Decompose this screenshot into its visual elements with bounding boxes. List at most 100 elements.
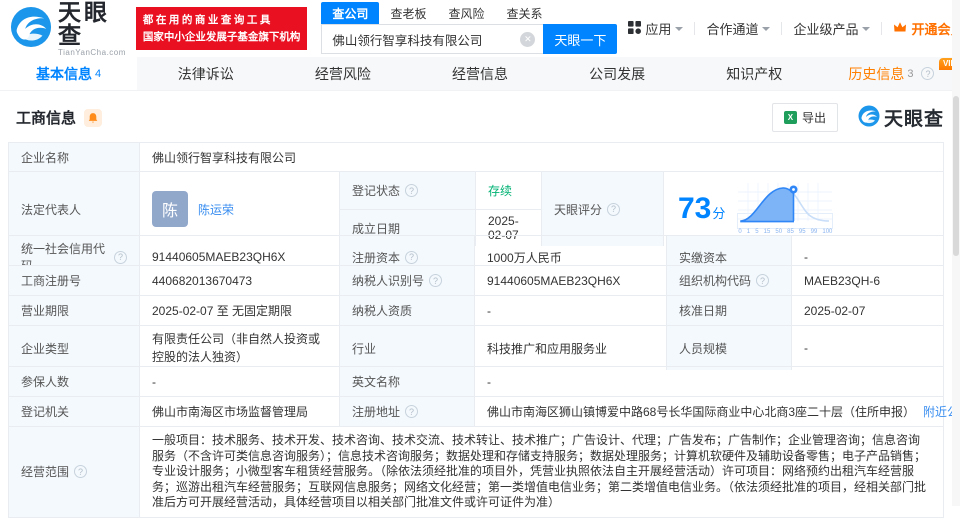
help-icon[interactable] bbox=[607, 202, 621, 216]
company-type-value: 有限责任公司（非自然人投资或控股的法人独资） bbox=[139, 325, 339, 370]
menu-label-enterprise: 企业级产品 bbox=[793, 22, 859, 37]
monitor-bell-icon[interactable] bbox=[84, 108, 103, 127]
tianyancha-swirl-icon bbox=[10, 6, 52, 51]
table-row: 统一社会信用代码 91440605MAEB23QH6X 注册资本 1000万人民… bbox=[9, 235, 943, 278]
avatar[interactable]: 陈 bbox=[152, 191, 188, 227]
clear-search-icon[interactable] bbox=[520, 31, 536, 47]
scrollbar[interactable] bbox=[952, 0, 960, 506]
tab-label: 经营信息 bbox=[451, 65, 508, 82]
top-navbar: 天眼查 TianYanCha.com 都在用的商业查询工具 国家中小企业发展子基… bbox=[0, 0, 960, 57]
reg-authority-label: 登记机关 bbox=[9, 396, 139, 426]
promo-line2: 国家中小企业发展子基金旗下机构 bbox=[142, 30, 301, 43]
score-label-text: 天眼评分 bbox=[554, 202, 603, 217]
help-icon[interactable] bbox=[429, 274, 443, 287]
legal-rep-link[interactable]: 陈运荣 bbox=[198, 201, 234, 218]
tab-count: 3 bbox=[907, 67, 914, 80]
search-input-wrap bbox=[321, 24, 544, 54]
promo-line1: 都在用的商业查询工具 bbox=[142, 13, 273, 26]
table-row: 登记机关 佛山市南海区市场监督管理局 注册地址 佛山市南海区狮山镇博爱中路68号… bbox=[9, 396, 960, 426]
approve-date-value: 2025-02-07 bbox=[791, 295, 943, 325]
insured-label: 参保人数 bbox=[9, 366, 139, 396]
tab-label: 法律诉讼 bbox=[177, 65, 234, 82]
menu-item-vip[interactable]: 开通会员 bbox=[882, 19, 960, 38]
tab-company-development[interactable]: 公司发展 bbox=[549, 57, 686, 90]
help-icon[interactable] bbox=[114, 250, 127, 264]
reg-status-label-text: 登记状态 bbox=[352, 184, 401, 198]
help-icon[interactable] bbox=[405, 405, 419, 418]
search-tab-relation[interactable]: 查关系 bbox=[495, 2, 553, 24]
reg-number-label: 工商注册号 bbox=[9, 265, 139, 295]
english-name-value: - bbox=[474, 366, 943, 396]
taxpayer-quality-value: - bbox=[474, 295, 666, 325]
industry-value: 科技推广和应用服务业 bbox=[474, 325, 666, 370]
help-icon[interactable] bbox=[405, 250, 419, 264]
score-value: 73 bbox=[678, 192, 712, 225]
menu-label-coop: 合作通道 bbox=[706, 22, 759, 37]
staff-size-label: 人员规模 bbox=[666, 325, 791, 370]
score-distribution-chart: 0 1 5 15 50 85 95 99 100 bbox=[737, 183, 834, 235]
address-value: 佛山市南海区狮山镇博爱中路68号长华国际商业中心北商3座二十层（住所申报） bbox=[487, 405, 916, 419]
table-row: 企业名称 佛山领行智享科技有限公司 bbox=[9, 143, 943, 171]
tab-label: 历史信息 bbox=[848, 65, 905, 82]
table-row: 企业类型 有限责任公司（非自然人投资或控股的法人独资） 行业 科技推广和应用服务… bbox=[9, 325, 943, 370]
score-chart-axis: 0 1 5 15 50 85 95 99 100 bbox=[738, 229, 833, 235]
company-tab-bar: 基本信息 4 法律诉讼 经营风险 经营信息 公司发展 知识产权 VIP 历史信息… bbox=[0, 57, 960, 91]
chevron-down-icon bbox=[675, 27, 684, 31]
taxpayer-id-label: 纳税人识别号 bbox=[339, 265, 474, 295]
search-tab-boss[interactable]: 查老板 bbox=[379, 2, 437, 24]
scrollbar-thumb[interactable] bbox=[953, 96, 959, 256]
tab-label: 经营风险 bbox=[314, 65, 371, 82]
chevron-down-icon bbox=[862, 27, 871, 31]
excel-icon bbox=[783, 111, 797, 124]
section-bar: 工商信息 导出 天眼查 bbox=[0, 91, 960, 142]
tab-operation-risk[interactable]: 经营风险 bbox=[274, 57, 411, 90]
help-icon[interactable] bbox=[921, 67, 935, 80]
search-tab-company[interactable]: 查公司 bbox=[321, 2, 380, 24]
business-term-value: 2025-02-07 至 无固定期限 bbox=[139, 295, 339, 325]
tab-count: 4 bbox=[95, 67, 102, 80]
tab-basic-info[interactable]: 基本信息 4 bbox=[0, 57, 138, 90]
english-name-label: 英文名称 bbox=[339, 366, 474, 396]
help-icon[interactable] bbox=[405, 184, 419, 197]
promo-banner: 都在用的商业查询工具 国家中小企业发展子基金旗下机构 bbox=[135, 6, 308, 51]
tab-label: 公司发展 bbox=[589, 65, 646, 82]
search-button[interactable]: 天眼一下 bbox=[543, 24, 618, 54]
brand-domain: TianYanCha.com bbox=[58, 47, 126, 57]
section-title: 工商信息 bbox=[16, 110, 77, 127]
tab-intellectual-property[interactable]: 知识产权 bbox=[686, 57, 823, 90]
company-type-label: 企业类型 bbox=[9, 325, 139, 370]
company-name-value: 佛山领行智享科技有限公司 bbox=[139, 143, 943, 171]
export-button[interactable]: 导出 bbox=[771, 103, 838, 132]
table-row: 参保人数 - 英文名称 - bbox=[9, 366, 943, 396]
business-scope-label: 经营范围 bbox=[9, 426, 139, 517]
tab-history-info[interactable]: VIP 历史信息 3 bbox=[823, 57, 960, 90]
address-cell: 佛山市南海区狮山镇博爱中路68号长华国际商业中心北商3座二十层（住所申报） 附近… bbox=[474, 396, 960, 426]
business-term-label: 营业期限 bbox=[9, 295, 139, 325]
menu-item-apps[interactable]: 应用 bbox=[617, 19, 694, 38]
business-scope-value: 一般项目：技术服务、技术开发、技术咨询、技术交流、技术转让、技术推广；广告设计、… bbox=[139, 426, 943, 517]
tab-operation-info[interactable]: 经营信息 bbox=[411, 57, 548, 90]
crown-icon bbox=[893, 21, 907, 36]
reg-status-label: 登记状态 bbox=[340, 172, 475, 209]
tianyancha-swirl-icon bbox=[858, 105, 880, 130]
tianyancha-logo[interactable]: 天眼查 TianYanCha.com bbox=[10, 0, 126, 57]
address-label: 注册地址 bbox=[339, 396, 474, 426]
staff-size-value: - bbox=[791, 325, 943, 370]
watermark-logo: 天眼查 bbox=[858, 104, 944, 131]
help-icon[interactable] bbox=[74, 465, 88, 479]
top-menu: 应用 合作通道 企业级产品 开通会员 bbox=[617, 19, 960, 38]
industry-label: 行业 bbox=[339, 325, 474, 370]
table-row: 法定代表人 陈 陈运荣 登记状态 存续 成立日期 2025-02-07 天眼评分… bbox=[9, 171, 943, 246]
business-info-table: 企业名称 佛山领行智享科技有限公司 法定代表人 陈 陈运荣 登记状态 存续 成立… bbox=[8, 142, 960, 518]
search-tab-risk[interactable]: 查风险 bbox=[437, 2, 495, 24]
table-row: 营业期限 2025-02-07 至 无固定期限 纳税人资质 - 核准日期 202… bbox=[9, 295, 943, 325]
menu-item-coop[interactable]: 合作通道 bbox=[695, 19, 781, 38]
chevron-down-icon bbox=[762, 27, 771, 31]
help-icon[interactable] bbox=[756, 274, 770, 287]
reg-number-value: 440682013670473 bbox=[139, 265, 339, 295]
search-input[interactable] bbox=[330, 31, 521, 47]
tab-legal-litigation[interactable]: 法律诉讼 bbox=[137, 57, 274, 90]
menu-item-enterprise[interactable]: 企业级产品 bbox=[782, 19, 881, 38]
tab-label: 知识产权 bbox=[726, 65, 783, 82]
table-row: 经营范围 一般项目：技术服务、技术开发、技术咨询、技术交流、技术转让、技术推广；… bbox=[9, 426, 943, 517]
